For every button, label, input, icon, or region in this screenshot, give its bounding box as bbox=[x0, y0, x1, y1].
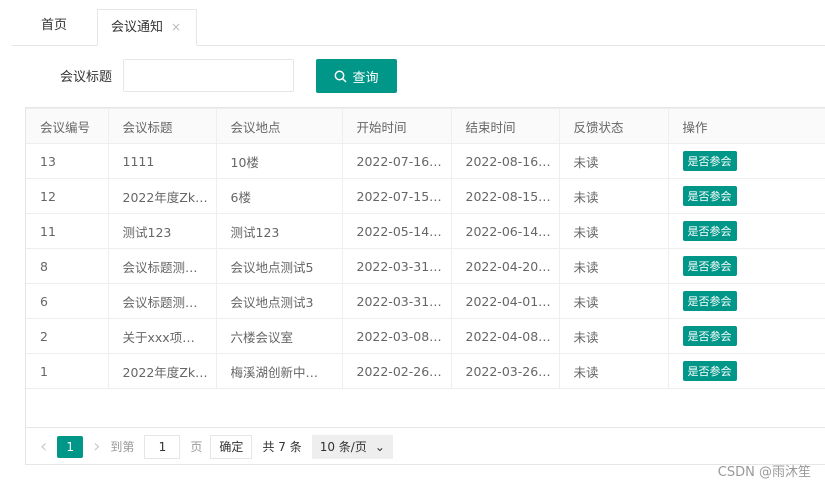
table-row: 12 2022年度Zk… 6楼 2022-07-15… 2022-08-15… 未读 是否参… bbox=[26, 178, 825, 214]
column-header: 开始时间 bbox=[341, 108, 452, 144]
column-header: 会议标题 bbox=[107, 108, 217, 144]
attend-button[interactable]: 是否参会 bbox=[682, 291, 737, 311]
table-cell: 测试123 bbox=[107, 213, 217, 249]
table-cell: 关于xxx项… bbox=[107, 318, 217, 354]
meeting-table: 会议编号 会议标题 会议地点 开始时间 结束时间 反馈状态 操作 13 1111 10楼 2022… bbox=[25, 107, 825, 465]
table-cell: 会议标题测… bbox=[107, 248, 217, 284]
table-cell: 是否参会 bbox=[667, 143, 825, 179]
table-cell: 未读 bbox=[558, 248, 669, 284]
table-cell: 13 bbox=[26, 143, 109, 179]
search-label: 会议标题 bbox=[60, 70, 113, 85]
attend-button[interactable]: 是否参会 bbox=[682, 256, 737, 276]
table-row: 8 会议标题测… 会议地点测试5 2022-03-31… 2022-04-20… 未读 是否… bbox=[26, 248, 825, 284]
table-cell: 8 bbox=[26, 248, 109, 284]
table-cell: 六楼会议室 bbox=[215, 318, 343, 354]
tab-home[interactable]: 首页 bbox=[41, 9, 67, 46]
table-cell: 未读 bbox=[558, 213, 669, 249]
table-cell: 6 bbox=[26, 283, 109, 319]
chevron-down-icon: ⌄ bbox=[374, 439, 385, 454]
table-cell: 梅溪湖创新中… bbox=[215, 353, 343, 389]
table-cell: 是否参会 bbox=[667, 248, 825, 284]
table-cell: 2022-05-14… bbox=[341, 213, 452, 249]
table-cell: 是否参会 bbox=[667, 318, 825, 354]
page-size-value: 10 条/页 bbox=[319, 440, 367, 454]
attend-button[interactable]: 是否参会 bbox=[682, 361, 737, 381]
page-1-button[interactable]: 1 bbox=[57, 435, 84, 458]
column-header: 结束时间 bbox=[450, 108, 560, 144]
table-cell: 12 bbox=[26, 178, 109, 214]
table-cell: 未读 bbox=[558, 143, 669, 179]
table-cell: 是否参会 bbox=[667, 283, 825, 319]
column-header: 操作 bbox=[667, 108, 825, 144]
table-cell: 6楼 bbox=[215, 178, 343, 214]
table-cell: 会议标题测… bbox=[107, 283, 217, 319]
page-size-select[interactable]: 10 条/页 ⌄ bbox=[311, 434, 393, 459]
table-row: 2 关于xxx项… 六楼会议室 2022-03-08… 2022-04-08… 未读 是否参… bbox=[26, 318, 825, 354]
attend-button[interactable]: 是否参会 bbox=[682, 221, 737, 241]
table-cell: 11 bbox=[26, 213, 109, 249]
table-cell: 未读 bbox=[558, 353, 669, 389]
table-cell: 会议地点测试5 bbox=[215, 248, 343, 284]
goto-page-input[interactable]: 1 bbox=[144, 434, 181, 459]
total-count: 共 7 条 bbox=[262, 440, 302, 454]
table-cell: 会议地点测试3 bbox=[215, 283, 343, 319]
table-row: 1 2022年度Zk… 梅溪湖创新中… 2022-02-26… 2022-03-26… 未… bbox=[26, 353, 825, 389]
confirm-button[interactable]: 确定 bbox=[210, 434, 253, 459]
tab-bar: 首页 会议通知 × bbox=[12, 9, 825, 46]
table-cell: 未读 bbox=[558, 178, 669, 214]
column-header: 反馈状态 bbox=[558, 108, 669, 144]
table-cell: 2 bbox=[26, 318, 109, 354]
table-row: 6 会议标题测… 会议地点测试3 2022-03-31… 2022-04-01… 未读 是否… bbox=[26, 283, 825, 319]
table-cell: 2022-07-15… bbox=[341, 178, 452, 214]
table-cell: 未读 bbox=[558, 318, 669, 354]
table-cell: 2022年度Zk… bbox=[107, 353, 217, 389]
table-cell: 是否参会 bbox=[667, 353, 825, 389]
search-icon bbox=[335, 70, 348, 83]
table-cell: 是否参会 bbox=[667, 178, 825, 214]
table-cell: 测试123 bbox=[215, 213, 343, 249]
tab-label: 会议通知 bbox=[111, 20, 164, 35]
column-header: 会议地点 bbox=[215, 108, 343, 144]
table-cell: 2022-03-26… bbox=[450, 353, 560, 389]
tab-meeting-notice[interactable]: 会议通知 × bbox=[97, 9, 197, 46]
table-cell: 2022-04-08… bbox=[450, 318, 560, 354]
table-cell: 2022-08-16… bbox=[450, 143, 560, 179]
table-cell: 2022-03-31… bbox=[341, 248, 452, 284]
table-cell: 1111 bbox=[107, 143, 217, 179]
table-cell: 2022-08-15… bbox=[450, 178, 560, 214]
table-cell: 2022-06-14… bbox=[450, 213, 560, 249]
table-cell: 2022-02-26… bbox=[341, 353, 452, 389]
table-cell: 10楼 bbox=[215, 143, 343, 179]
table-cell: 是否参会 bbox=[667, 213, 825, 249]
attend-button[interactable]: 是否参会 bbox=[682, 186, 737, 206]
page-unit-label: 页 bbox=[190, 440, 203, 454]
watermark: CSDN @雨沐笙 bbox=[717, 465, 811, 480]
goto-label: 到第 bbox=[110, 440, 135, 454]
table-cell: 1 bbox=[26, 353, 109, 389]
next-page-icon[interactable]: › bbox=[93, 436, 100, 457]
table-row: 13 1111 10楼 2022-07-16… 2022-08-16… 未读 是否参会 bbox=[26, 143, 825, 179]
table-cell: 2022-03-31… bbox=[341, 283, 452, 319]
table-cell: 2022-07-16… bbox=[341, 143, 452, 179]
pagination: ‹ 1 › 到第 1 页 确定 共 7 条 10 条/页 ⌄ bbox=[26, 427, 825, 465]
close-icon[interactable]: × bbox=[171, 20, 181, 34]
table-cell: 2022-03-08… bbox=[341, 318, 452, 354]
search-button[interactable]: 查询 bbox=[316, 59, 397, 93]
column-header: 会议编号 bbox=[26, 108, 109, 144]
table-cell: 2022-04-01… bbox=[450, 283, 560, 319]
attend-button[interactable]: 是否参会 bbox=[682, 326, 737, 346]
table-cell: 未读 bbox=[558, 283, 669, 319]
table-cell: 2022-04-20… bbox=[450, 248, 560, 284]
table-row: 11 测试123 测试123 2022-05-14… 2022-06-14… 未读 是否参会 bbox=[26, 213, 825, 249]
table-cell: 2022年度Zk… bbox=[107, 178, 217, 214]
attend-button[interactable]: 是否参会 bbox=[682, 151, 737, 171]
search-button-label: 查询 bbox=[352, 70, 379, 86]
prev-page-icon[interactable]: ‹ bbox=[40, 436, 47, 457]
meeting-title-input[interactable] bbox=[123, 59, 294, 92]
